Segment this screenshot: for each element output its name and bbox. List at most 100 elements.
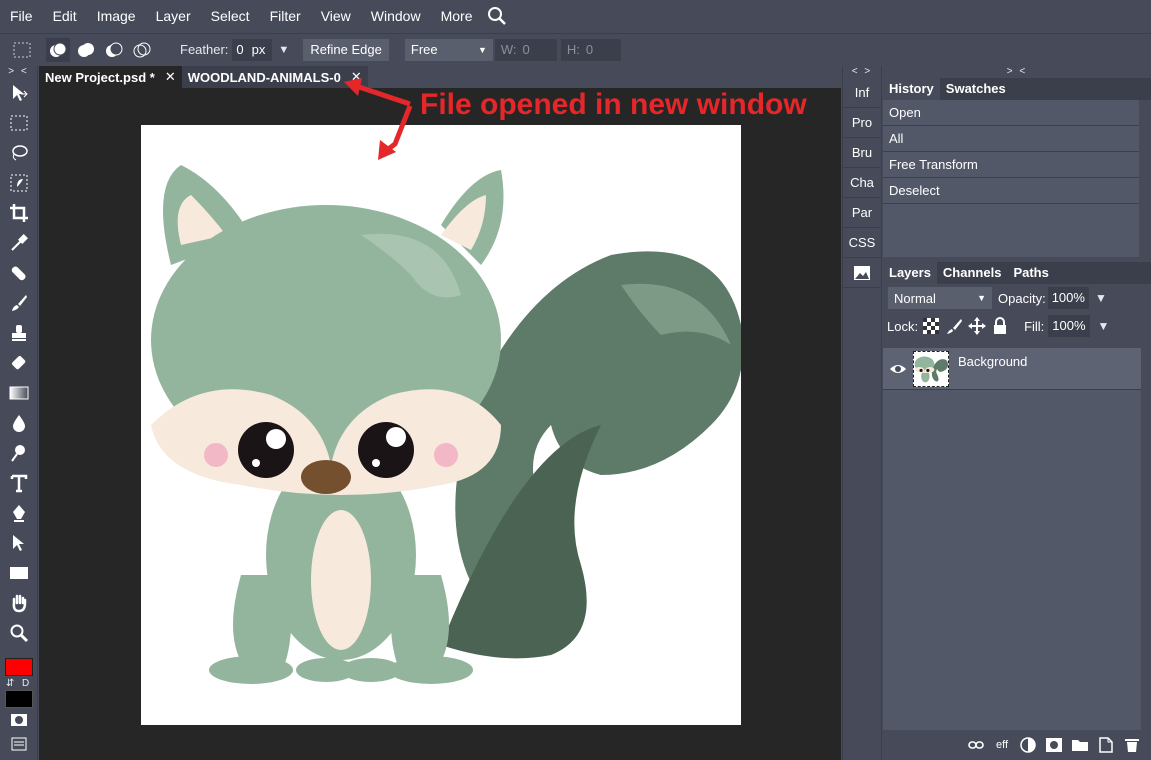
swap-colors-icon[interactable]: ⇵: [6, 678, 14, 689]
gradient-tool-icon[interactable]: [0, 378, 38, 408]
stamp-tool-icon[interactable]: [0, 318, 38, 348]
panel-paragraph[interactable]: Par: [843, 198, 881, 228]
lock-all-icon[interactable]: [990, 316, 1010, 336]
fill-dropdown-icon[interactable]: ▼: [1098, 319, 1110, 333]
panel-brush[interactable]: Bru: [843, 138, 881, 168]
menu-edit[interactable]: Edit: [43, 0, 87, 32]
history-item-free-transform[interactable]: Free Transform: [883, 152, 1139, 178]
opacity-label: Opacity:: [998, 290, 1046, 306]
tab-new-project[interactable]: New Project.psd * ✕: [39, 66, 182, 88]
delete-layer-icon[interactable]: [1123, 736, 1141, 754]
tab-layers[interactable]: Layers: [883, 262, 937, 284]
default-colors-button[interactable]: D: [22, 678, 29, 689]
refine-edge-button[interactable]: Refine Edge: [303, 38, 389, 61]
link-layers-icon[interactable]: [967, 736, 985, 754]
move-tool-icon[interactable]: [0, 78, 38, 108]
history-item-deselect[interactable]: Deselect: [883, 178, 1139, 204]
right-collapse[interactable]: > <: [883, 66, 1151, 78]
search-icon[interactable]: [484, 3, 510, 29]
menu-layer[interactable]: Layer: [146, 0, 201, 32]
feather-unit: px: [251, 42, 266, 57]
intersect-selection-icon[interactable]: [130, 38, 154, 62]
tab-paths[interactable]: Paths: [1007, 262, 1054, 284]
style-select[interactable]: Free ▼: [404, 38, 493, 61]
tab-channels[interactable]: Channels: [937, 262, 1008, 284]
opacity-dropdown-icon[interactable]: ▼: [1095, 291, 1107, 305]
menu-view[interactable]: View: [311, 0, 361, 32]
menu-more[interactable]: More: [431, 0, 483, 32]
eyedropper-tool-icon[interactable]: [0, 228, 38, 258]
type-tool-icon[interactable]: [0, 468, 38, 498]
brush-tool-icon[interactable]: [0, 288, 38, 318]
history-tabs: History Swatches: [883, 78, 1151, 100]
blend-mode-value: Normal: [894, 290, 936, 306]
close-icon[interactable]: ✕: [165, 69, 176, 85]
chevron-down-icon: ▼: [477, 44, 487, 55]
foreground-color-swatch[interactable]: [5, 658, 33, 676]
menu-file[interactable]: File: [0, 0, 43, 32]
layer-effects-button[interactable]: eff: [993, 736, 1011, 754]
screen-mode-icon[interactable]: [0, 732, 38, 756]
menu-image[interactable]: Image: [87, 0, 146, 32]
quick-mask-icon[interactable]: [0, 708, 38, 732]
style-value: Free: [410, 42, 438, 57]
tools-collapse[interactable]: > <: [0, 66, 37, 78]
layer-name: Background: [958, 354, 1028, 369]
lock-pixels-icon[interactable]: [944, 316, 964, 336]
lock-position-icon[interactable]: [967, 316, 987, 336]
panel-info[interactable]: Inf: [843, 78, 881, 108]
shape-tool-icon[interactable]: [0, 558, 38, 588]
marquee-tool-icon[interactable]: [0, 108, 38, 138]
history-item-all[interactable]: All: [883, 126, 1139, 152]
new-selection-icon[interactable]: [46, 37, 70, 62]
panel-css[interactable]: CSS: [843, 228, 881, 258]
layers-tabs: Layers Channels Paths: [883, 262, 1151, 284]
dodge-tool-icon[interactable]: [0, 438, 38, 468]
document-canvas[interactable]: [141, 125, 741, 725]
width-field[interactable]: W: 0: [494, 38, 557, 61]
lasso-tool-icon[interactable]: [0, 138, 38, 168]
annotation-arrow: [344, 78, 413, 160]
menu-filter[interactable]: Filter: [260, 0, 311, 32]
panel-character[interactable]: Cha: [843, 168, 881, 198]
feather-input[interactable]: 0 px: [232, 38, 273, 61]
zoom-tool-icon[interactable]: [0, 618, 38, 648]
feather-label: Feather:: [180, 42, 229, 57]
height-field[interactable]: H: 0: [560, 38, 621, 61]
feather-dropdown-icon[interactable]: ▼: [278, 44, 289, 56]
subtract-selection-icon[interactable]: [102, 38, 126, 62]
quick-select-tool-icon[interactable]: [0, 168, 38, 198]
tab-swatches[interactable]: Swatches: [940, 78, 1012, 100]
eraser-tool-icon[interactable]: [0, 348, 38, 378]
hand-tool-icon[interactable]: [0, 588, 38, 618]
panel-properties[interactable]: Pro: [843, 108, 881, 138]
lock-transparency-icon[interactable]: [921, 316, 941, 336]
opacity-input[interactable]: 100%: [1047, 287, 1089, 309]
eye-icon[interactable]: [883, 363, 913, 375]
width-label: W:: [500, 42, 517, 57]
feather-value: 0: [236, 42, 244, 57]
height-value: 0: [585, 42, 594, 57]
menu-window[interactable]: Window: [361, 0, 431, 32]
image-icon[interactable]: [843, 258, 881, 288]
layer-mask-icon[interactable]: [1045, 736, 1063, 754]
history-item-open[interactable]: Open: [883, 100, 1139, 126]
layer-row-background[interactable]: Background: [883, 348, 1141, 390]
healing-tool-icon[interactable]: [0, 258, 38, 288]
path-select-tool-icon[interactable]: [0, 528, 38, 558]
blur-tool-icon[interactable]: [0, 408, 38, 438]
background-color-swatch[interactable]: [5, 690, 33, 708]
side-collapse[interactable]: < >: [843, 66, 881, 78]
new-layer-icon[interactable]: [1097, 736, 1115, 754]
crop-tool-icon[interactable]: [0, 198, 38, 228]
blend-mode-select[interactable]: Normal ▼: [888, 287, 992, 309]
menu-bar: File Edit Image Layer Select Filter View…: [0, 0, 1151, 32]
new-group-icon[interactable]: [1071, 736, 1089, 754]
menu-select[interactable]: Select: [201, 0, 260, 32]
tab-history[interactable]: History: [883, 78, 940, 100]
adjustment-layer-icon[interactable]: [1019, 736, 1037, 754]
marquee-rect-icon[interactable]: [10, 38, 34, 62]
pen-tool-icon[interactable]: [0, 498, 38, 528]
fill-input[interactable]: 100%: [1048, 315, 1090, 337]
add-selection-icon[interactable]: [74, 38, 98, 62]
